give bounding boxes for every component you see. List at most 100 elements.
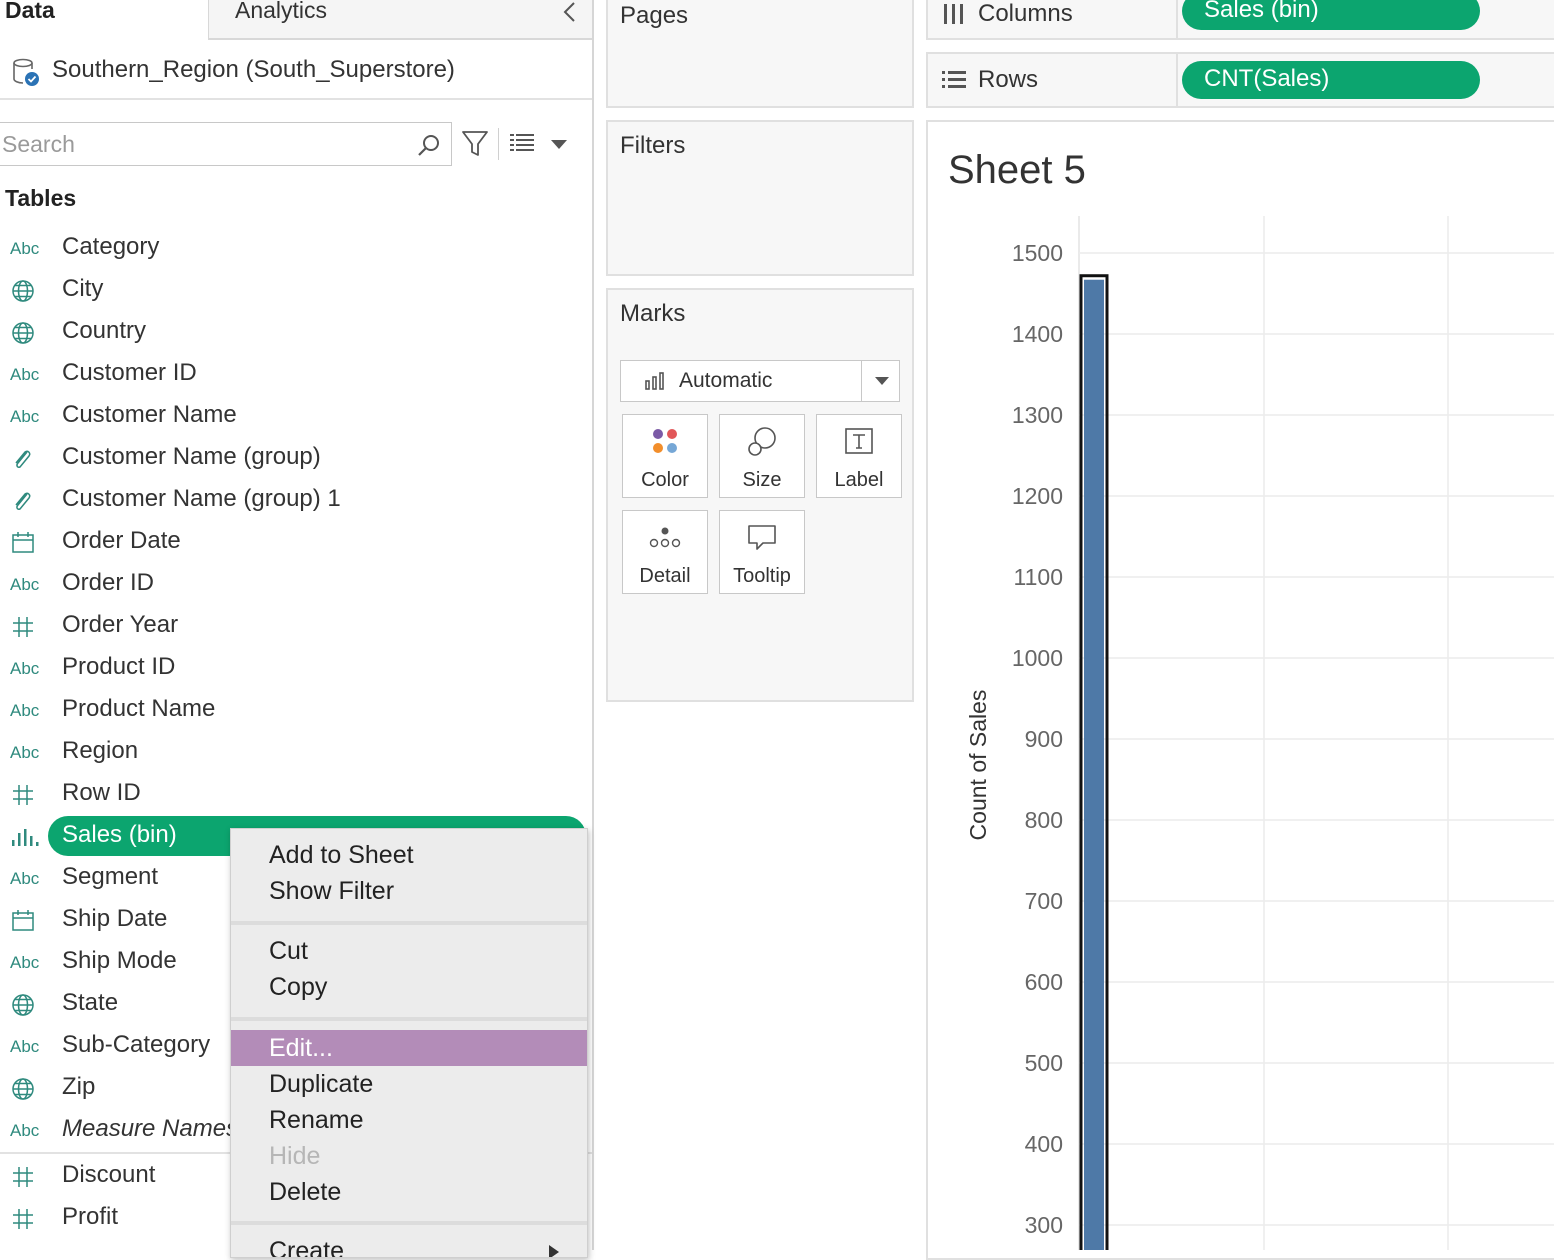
field-name: Row ID (62, 779, 141, 806)
field-customer-name[interactable]: Abc Customer Name (0, 396, 592, 438)
menu-item-edit[interactable]: Edit... (231, 1030, 587, 1066)
calendar-icon (10, 530, 44, 556)
abc-string-icon: Abc (10, 1121, 40, 1140)
field-name: Zip (62, 1073, 96, 1100)
columns-shelf[interactable]: Columns Sales (bin) (926, 0, 1554, 40)
y-tick-label: 600 (1025, 969, 1063, 995)
field-product-name[interactable]: Abc Product Name (0, 690, 592, 732)
field-name: Ship Date (62, 905, 168, 932)
mark-type-select[interactable]: Automatic (620, 360, 900, 402)
toolbar-divider (498, 128, 499, 160)
histogram-bar[interactable] (1084, 279, 1104, 1250)
size-icon (748, 427, 776, 456)
menu-item-delete[interactable]: Delete (231, 1174, 587, 1210)
text-label-icon (845, 428, 873, 454)
detail-button[interactable]: Detail (622, 510, 708, 594)
rows-shelf[interactable]: Rows CNT(Sales) (926, 52, 1554, 108)
columns-pill-label: Sales (bin) (1204, 0, 1319, 23)
field-customer-name-group-1[interactable]: Customer Name (group) 1 (0, 480, 592, 522)
label-label: Label (834, 469, 884, 491)
menu-item-label: Duplicate (269, 1070, 374, 1098)
field-region[interactable]: Abc Region (0, 732, 592, 774)
field-order-id[interactable]: Abc Order ID (0, 564, 592, 606)
abc-string-icon: Abc (10, 701, 40, 720)
menu-item-create[interactable]: Create (231, 1233, 587, 1257)
number-icon (10, 614, 44, 640)
paperclip-icon (10, 446, 44, 472)
caret-down-icon[interactable] (548, 136, 570, 152)
columns-icon (944, 4, 963, 24)
sheet-title[interactable]: Sheet 5 (948, 148, 1086, 193)
field-country[interactable]: Country (0, 312, 592, 354)
color-icon (653, 429, 677, 453)
datasource-row[interactable]: Southern_Region (South_Superstore) (0, 42, 592, 100)
list-view-icon[interactable] (508, 130, 536, 156)
abc-string-icon: Abc (10, 659, 40, 678)
field-customer-name-group[interactable]: Customer Name (group) (0, 438, 592, 480)
abc-string-icon: Abc (10, 869, 40, 888)
detail-icon (649, 527, 681, 548)
speech-bubble-icon (748, 525, 776, 550)
tooltip-button[interactable]: Tooltip (719, 510, 805, 594)
histogram-chart[interactable]: 300 400 500 600 700 800 900 1000 1100 1200 1300 140… (926, 200, 1554, 1250)
field-order-date[interactable]: Order Date (0, 522, 592, 564)
filter-icon[interactable] (460, 128, 490, 160)
field-city[interactable]: City (0, 270, 592, 312)
menu-item-label: Hide (269, 1142, 321, 1170)
field-name: Segment (62, 863, 159, 890)
field-name: City (62, 275, 104, 302)
tab-data[interactable]: Data (0, 0, 208, 40)
globe-icon (10, 992, 44, 1018)
field-name: Ship Mode (62, 947, 177, 974)
field-product-id[interactable]: Abc Product ID (0, 648, 592, 690)
columns-pill-sales-bin[interactable]: Sales (bin) (1182, 0, 1480, 30)
mark-type-label: Automatic (679, 369, 773, 392)
color-button[interactable]: Color (622, 414, 708, 498)
menu-separator (231, 1221, 587, 1225)
menu-item-copy[interactable]: Copy (231, 969, 587, 1005)
bin-histogram-icon (10, 824, 44, 850)
menu-item-label: Cut (269, 937, 308, 965)
tab-analytics[interactable]: Analytics (208, 0, 592, 40)
search-icon[interactable] (416, 133, 442, 159)
menu-item-hide: Hide (231, 1138, 587, 1174)
field-name: Customer Name (62, 401, 237, 428)
tab-data-label: Data (5, 0, 55, 23)
y-tick-label: 300 (1025, 1212, 1063, 1238)
filters-card[interactable]: Filters (606, 120, 914, 276)
y-axis-title: Count of Sales (965, 690, 991, 841)
menu-item-label: Edit... (269, 1034, 333, 1062)
menu-item-label: Copy (269, 973, 328, 1001)
search-box[interactable] (0, 122, 452, 166)
menu-item-add-to-sheet[interactable]: Add to Sheet (231, 837, 587, 873)
pane-splitter[interactable] (592, 0, 594, 1250)
field-name: Profit (62, 1203, 119, 1230)
field-order-year[interactable]: Order Year (0, 606, 592, 648)
shelf-divider (1176, 54, 1178, 106)
label-button[interactable]: Label (816, 414, 902, 498)
rows-icon (942, 71, 966, 88)
pages-card[interactable]: Pages (606, 0, 914, 108)
y-tick-label: 800 (1025, 807, 1063, 833)
menu-item-rename[interactable]: Rename (231, 1102, 587, 1138)
marks-card: Marks Automatic Color Size Label Detail … (606, 288, 914, 702)
field-category[interactable]: Abc Category (0, 228, 592, 270)
filters-title: Filters (620, 132, 686, 159)
menu-item-cut[interactable]: Cut (231, 933, 587, 969)
chevron-left-icon[interactable] (558, 0, 582, 26)
context-menu: Add to Sheet Show Filter Cut Copy Edit... Dup… (230, 828, 588, 1258)
globe-icon (10, 320, 44, 346)
calendar-icon (10, 908, 44, 934)
menu-item-duplicate[interactable]: Duplicate (231, 1066, 587, 1102)
size-button[interactable]: Size (719, 414, 805, 498)
field-name: Product ID (62, 653, 176, 680)
field-row-id[interactable]: Row ID (0, 774, 592, 816)
field-customer-id[interactable]: Abc Customer ID (0, 354, 592, 396)
detail-label: Detail (639, 565, 691, 587)
number-icon (10, 1164, 44, 1190)
menu-item-show-filter[interactable]: Show Filter (231, 873, 587, 909)
search-input[interactable] (2, 129, 402, 159)
globe-icon (10, 1076, 44, 1102)
caret-down-icon[interactable] (873, 375, 891, 387)
rows-pill-cnt-sales[interactable]: CNT(Sales) (1182, 61, 1480, 99)
